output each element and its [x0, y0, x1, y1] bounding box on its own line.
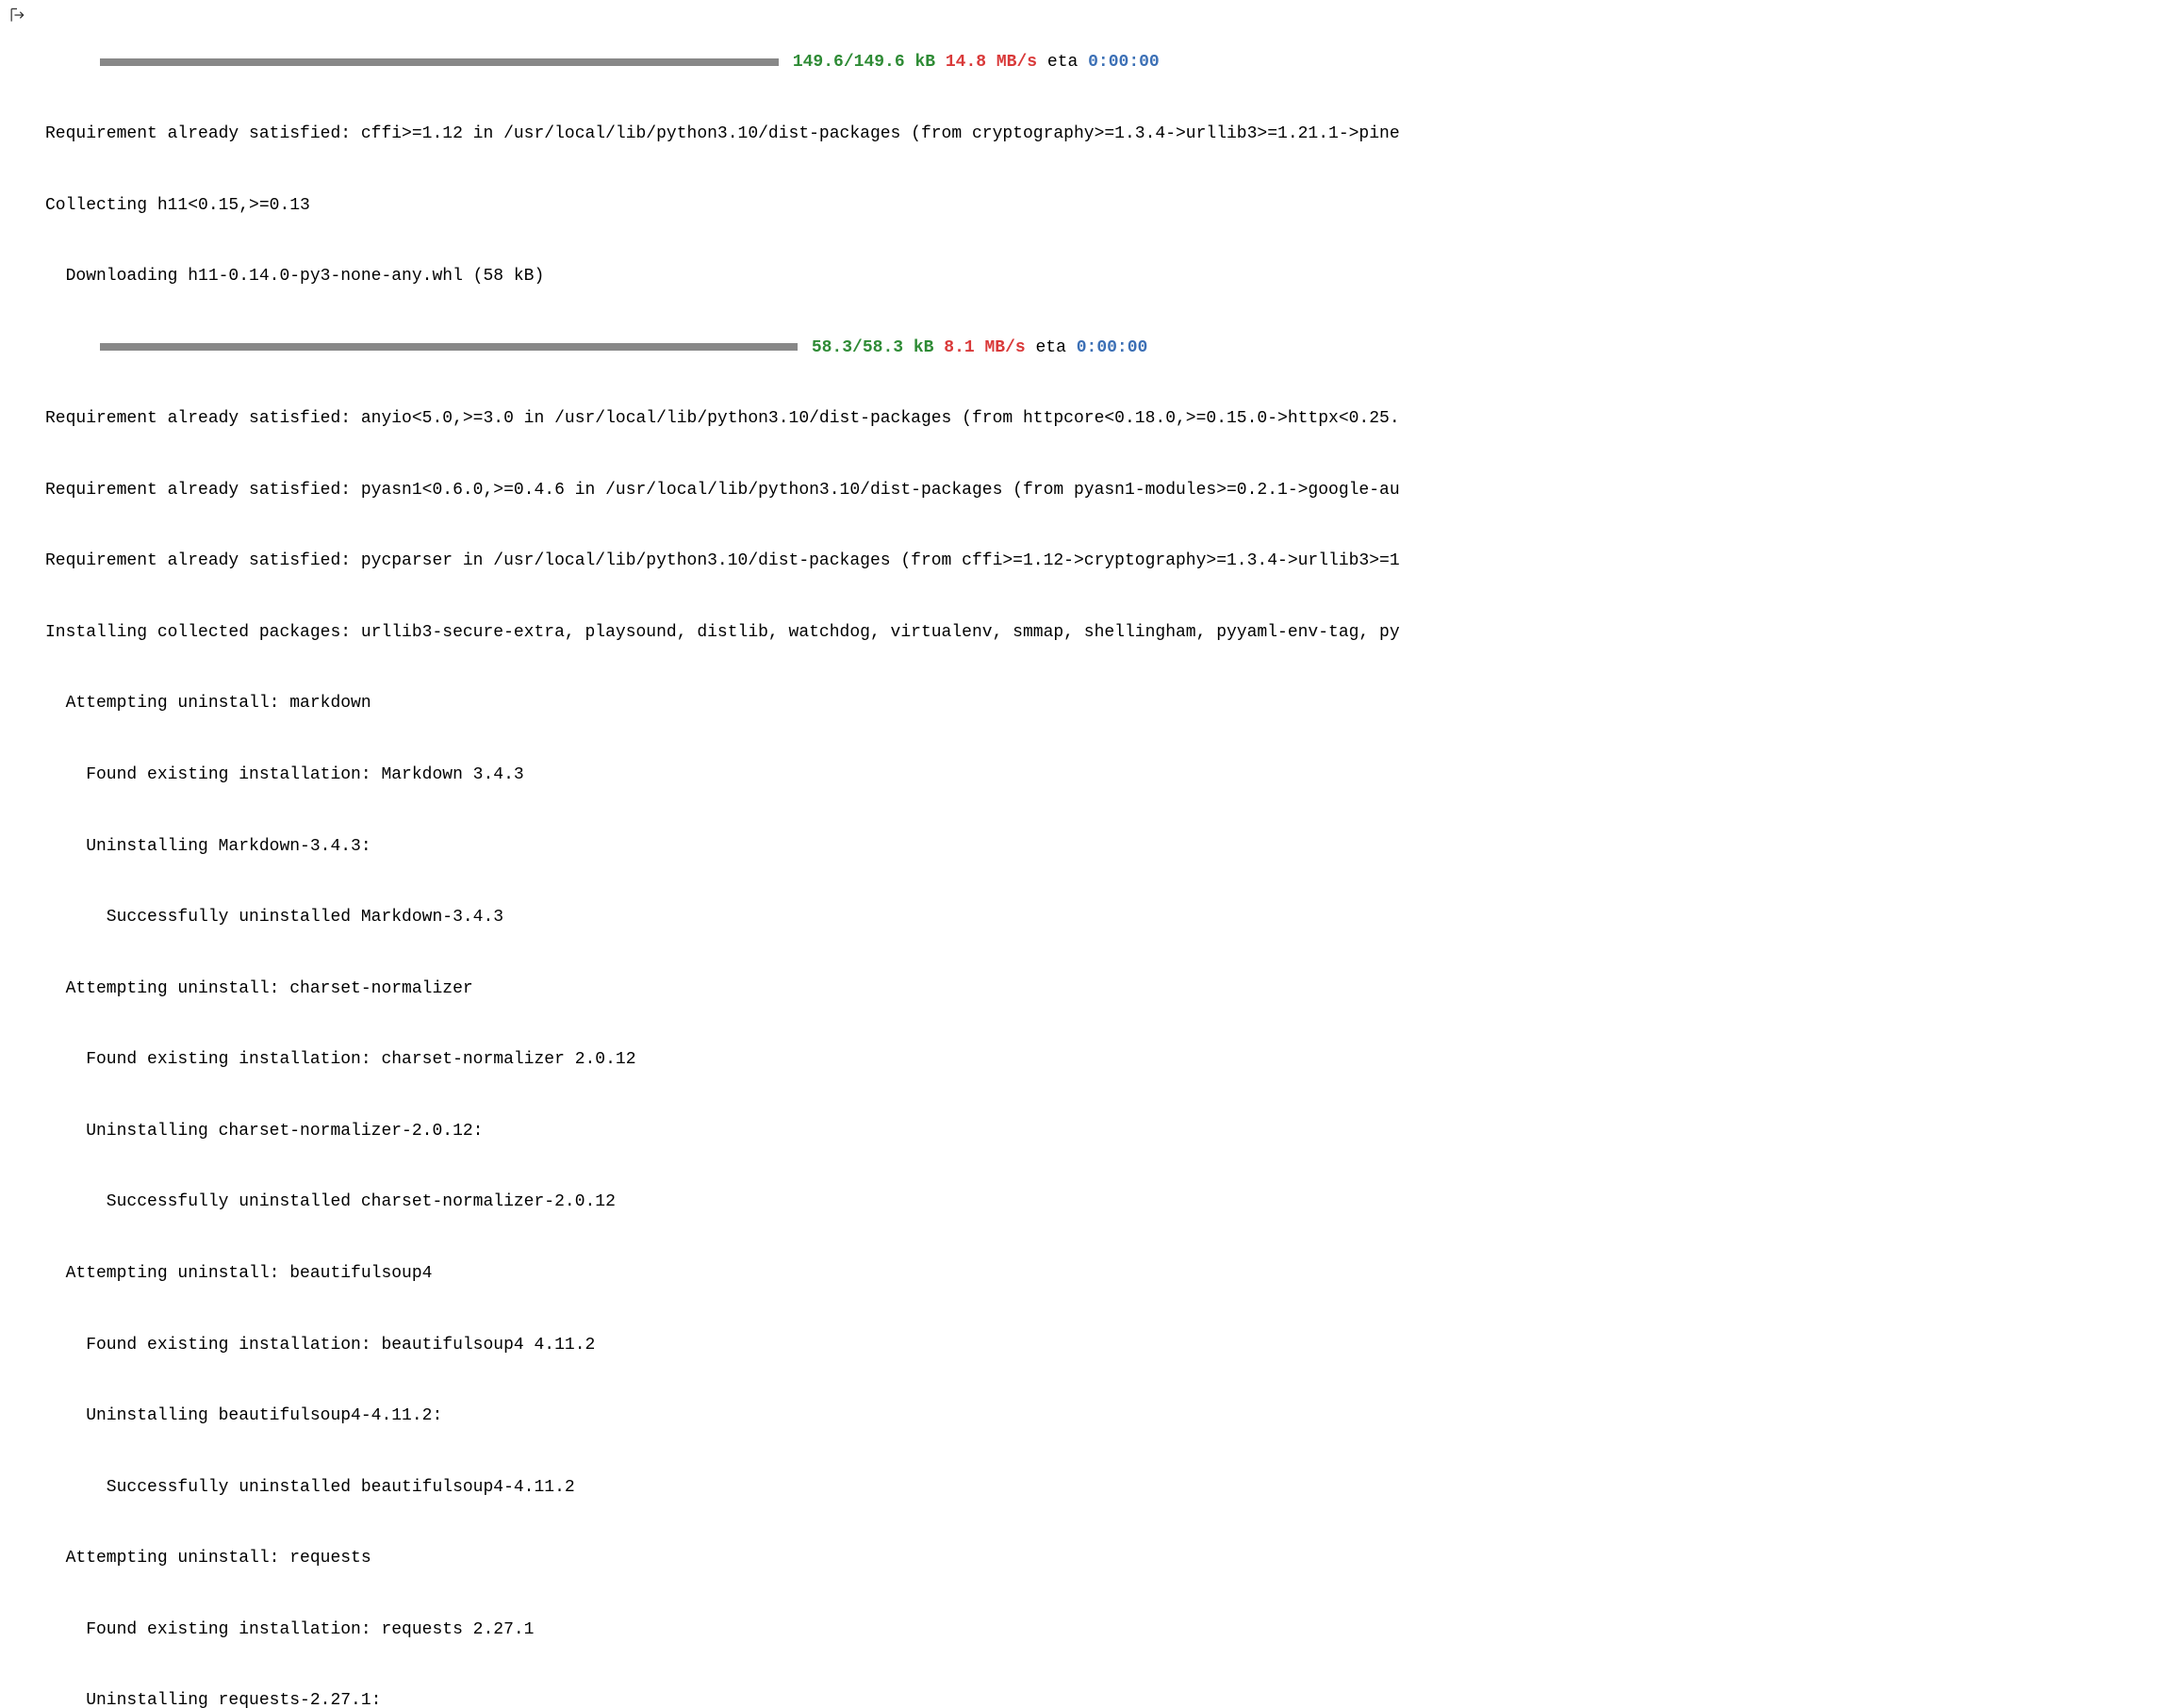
output-line: Uninstalling charset-normalizer-2.0.12:	[45, 1120, 2166, 1143]
collapse-output-icon[interactable]	[8, 6, 26, 33]
progress-bar	[100, 58, 779, 66]
output-line: Successfully uninstalled beautifulsoup4-…	[45, 1476, 2166, 1500]
output-line: Attempting uninstall: markdown	[45, 692, 2166, 715]
output-line: Attempting uninstall: beautifulsoup4	[45, 1262, 2166, 1286]
output-line: Uninstalling Markdown-3.4.3:	[45, 835, 2166, 859]
eta-label: eta	[1047, 53, 1078, 72]
eta-label: eta	[1036, 338, 1066, 357]
output-line: Found existing installation: charset-nor…	[45, 1048, 2166, 1072]
output-line: Requirement already satisfied: cffi>=1.1…	[45, 123, 2166, 146]
notebook-output-cell: 149.6/149.6 kB 14.8 MB/s eta 0:00:00 Req…	[0, 0, 2174, 1708]
output-line: Requirement already satisfied: anyio<5.0…	[45, 407, 2166, 431]
download-size: 58.3/58.3 kB	[812, 338, 934, 357]
terminal-output: 149.6/149.6 kB 14.8 MB/s eta 0:00:00 Req…	[45, 4, 2166, 1708]
output-line: Collecting h11<0.15,>=0.13	[45, 194, 2166, 218]
output-line: Attempting uninstall: charset-normalizer	[45, 977, 2166, 1001]
output-line: Installing collected packages: urllib3-s…	[45, 621, 2166, 645]
output-line: Uninstalling requests-2.27.1:	[45, 1689, 2166, 1708]
eta-value: 0:00:00	[1077, 338, 1148, 357]
progress-line: 58.3/58.3 kB 8.1 MB/s eta 0:00:00	[45, 337, 2166, 360]
download-speed: 14.8 MB/s	[946, 53, 1037, 72]
download-size: 149.6/149.6 kB	[793, 53, 935, 72]
output-line: Successfully uninstalled Markdown-3.4.3	[45, 906, 2166, 929]
output-line: Requirement already satisfied: pycparser…	[45, 550, 2166, 573]
output-line: Uninstalling beautifulsoup4-4.11.2:	[45, 1404, 2166, 1428]
output-line: Successfully uninstalled charset-normali…	[45, 1191, 2166, 1214]
download-speed: 8.1 MB/s	[944, 338, 1025, 357]
progress-line: 149.6/149.6 kB 14.8 MB/s eta 0:00:00	[45, 51, 2166, 74]
output-line: Requirement already satisfied: pyasn1<0.…	[45, 479, 2166, 502]
output-line: Found existing installation: requests 2.…	[45, 1618, 2166, 1642]
progress-bar	[100, 343, 798, 351]
output-line: Downloading h11-0.14.0-py3-none-any.whl …	[45, 265, 2166, 288]
output-gutter	[8, 4, 45, 33]
output-line: Attempting uninstall: requests	[45, 1547, 2166, 1570]
output-line: Found existing installation: beautifulso…	[45, 1334, 2166, 1357]
output-line: Found existing installation: Markdown 3.…	[45, 764, 2166, 787]
eta-value: 0:00:00	[1088, 53, 1160, 72]
